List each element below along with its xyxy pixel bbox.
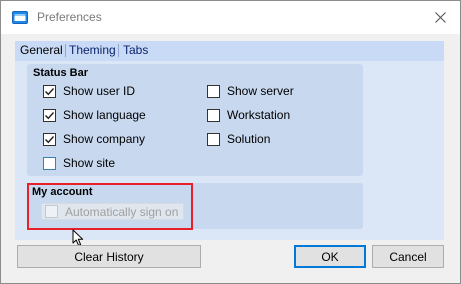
checkbox-label: Show user ID	[63, 84, 136, 98]
checkbox-unchecked-icon	[207, 108, 220, 122]
tab-separator	[118, 44, 119, 57]
clear-history-button[interactable]: Clear History	[17, 245, 201, 268]
checkbox-label: Show company	[63, 132, 146, 146]
window-title: Preferences	[37, 10, 102, 24]
checkbox-label: Show site	[63, 156, 116, 170]
window-icon	[12, 11, 28, 24]
checkbox-label: Show server	[227, 84, 294, 98]
cancel-button[interactable]: Cancel	[372, 245, 444, 268]
show-language-checkbox[interactable]: Show language	[43, 106, 146, 124]
show-company-checkbox[interactable]: Show company	[43, 130, 145, 148]
checkbox-unchecked-icon	[207, 84, 220, 98]
status-bar-group-title: Status Bar	[33, 67, 89, 79]
close-button[interactable]	[421, 1, 459, 34]
show-site-checkbox[interactable]: Show site	[43, 154, 115, 172]
checkbox-checked-icon	[43, 84, 56, 98]
checkbox-unchecked-icon	[43, 156, 56, 170]
checkbox-checked-icon	[43, 108, 56, 122]
checkbox-unchecked-icon	[207, 132, 220, 146]
tab-theming[interactable]: Theming	[66, 43, 119, 60]
ok-button[interactable]: OK	[294, 245, 366, 268]
close-icon	[434, 12, 446, 23]
checkbox-checked-icon	[43, 132, 56, 146]
tab-tabs[interactable]: Tabs	[120, 43, 151, 60]
solution-checkbox[interactable]: Solution	[207, 130, 270, 148]
checkbox-label: Workstation	[227, 108, 291, 122]
highlight-annotation-box	[27, 183, 193, 230]
show-user-id-checkbox[interactable]: Show user ID	[43, 82, 135, 100]
workstation-checkbox[interactable]: Workstation	[207, 106, 290, 124]
checkbox-label: Show language	[63, 108, 146, 122]
tab-general[interactable]: General	[17, 43, 66, 60]
checkbox-label: Solution	[227, 132, 271, 146]
show-server-checkbox[interactable]: Show server	[207, 82, 294, 100]
